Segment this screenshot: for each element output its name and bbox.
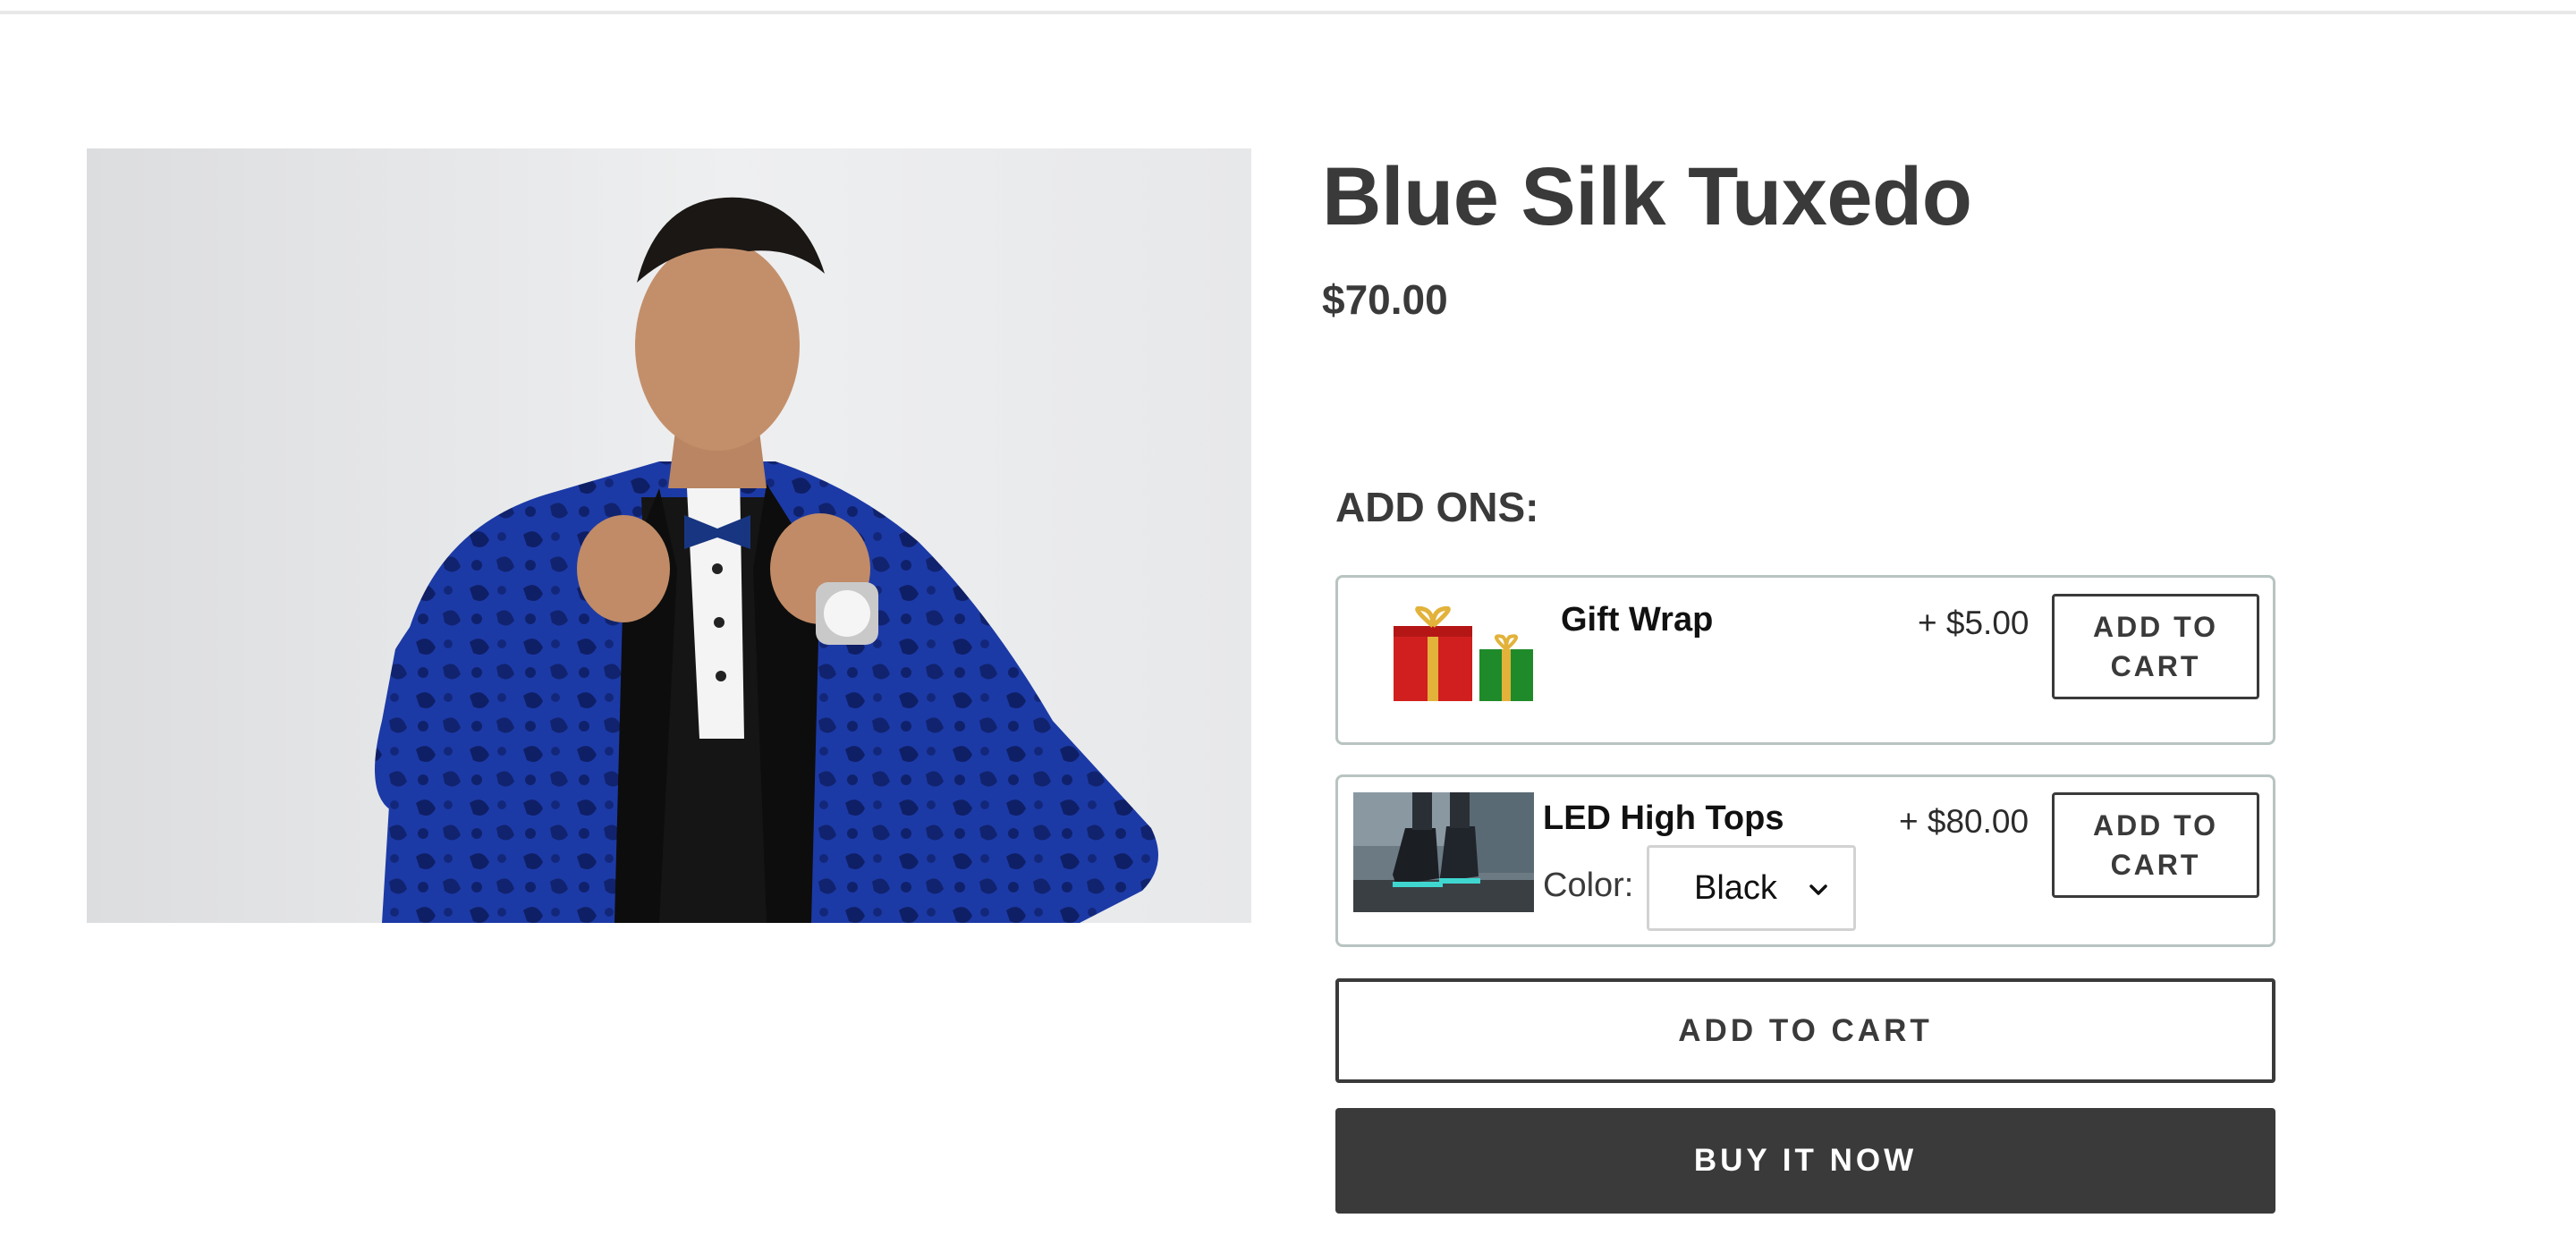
product-price: $70.00 xyxy=(1322,276,1448,323)
addon-card-led-high-tops: LED High Tops + $80.00 ADD TO CART Color… xyxy=(1335,774,2275,947)
addon-card-gift-wrap: Gift Wrap + $5.00 ADD TO CART xyxy=(1335,575,2275,745)
addons-heading: ADD ONS: xyxy=(1335,484,1539,530)
add-gift-wrap-button[interactable]: ADD TO CART xyxy=(2052,594,2259,699)
add-to-cart-button[interactable]: ADD TO CART xyxy=(1335,978,2275,1083)
addon-price-led-high-tops: + $80.00 xyxy=(1899,803,2029,840)
color-option-label: Color: xyxy=(1543,867,1634,904)
color-select-value: Black xyxy=(1694,868,1777,907)
addon-name-led-high-tops: LED High Tops xyxy=(1543,799,1784,837)
gift-boxes-icon xyxy=(1390,605,1542,705)
sneakers-photo xyxy=(1353,792,1534,912)
product-image[interactable] xyxy=(87,148,1251,923)
chevron-down-icon xyxy=(1809,884,1827,895)
addon-price-gift-wrap: + $5.00 xyxy=(1918,605,2029,641)
color-select[interactable]: Black xyxy=(1647,845,1856,931)
addon-name-gift-wrap: Gift Wrap xyxy=(1561,601,1714,639)
add-led-high-tops-button[interactable]: ADD TO CART xyxy=(2052,792,2259,898)
header-divider xyxy=(0,11,2576,14)
buy-it-now-button[interactable]: BUY IT NOW xyxy=(1335,1108,2275,1214)
product-title: Blue Silk Tuxedo xyxy=(1322,151,1972,242)
